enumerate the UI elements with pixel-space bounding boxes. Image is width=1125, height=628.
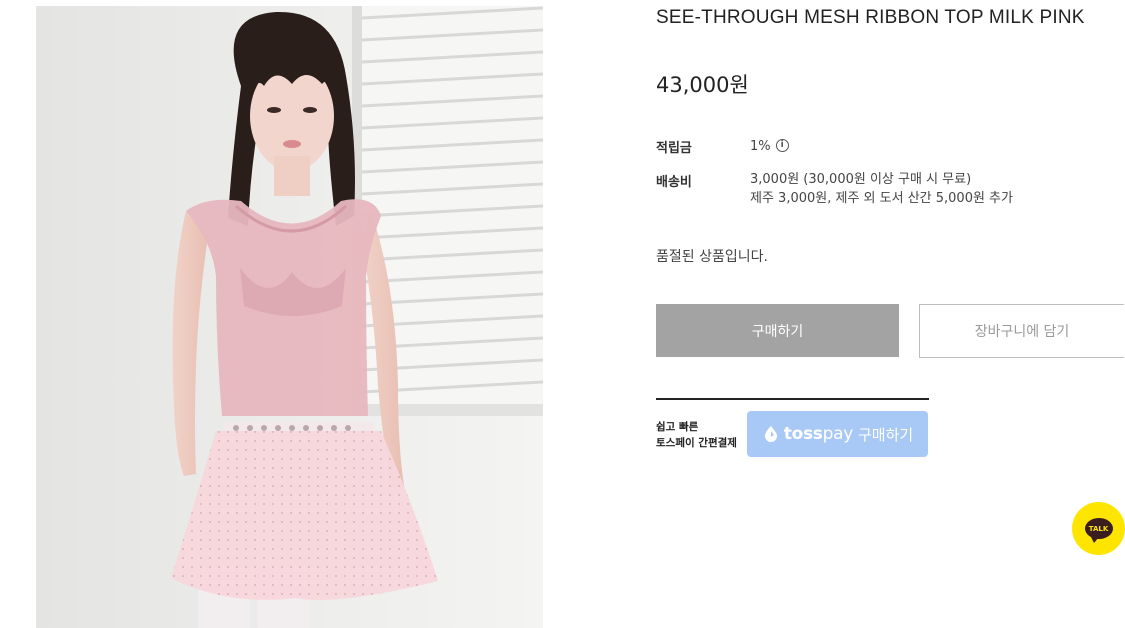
toss-pay-text: pay xyxy=(822,424,854,444)
toss-brand-text: toss xyxy=(783,424,823,444)
shipping-line-1: 3,000원 (30,000원 이상 구매 시 무료) xyxy=(750,172,972,187)
toss-logo-icon xyxy=(762,425,780,443)
toss-desc-line-1: 쉽고 빠른 xyxy=(656,421,699,433)
kakao-talk-label: TALK xyxy=(1088,524,1109,533)
toss-action-text: 구매하기 xyxy=(858,425,914,444)
product-photo xyxy=(36,6,543,628)
info-icon[interactable]: i xyxy=(775,139,789,152)
toss-desc-line-2: 토스페이 간편결제 xyxy=(656,437,737,449)
buy-button-label: 구매하기 xyxy=(751,323,804,340)
product-price: 43,000원 xyxy=(656,73,749,97)
shipping-label: 배송비 xyxy=(656,175,692,190)
buy-button[interactable]: 구매하기 xyxy=(656,304,899,357)
points-label: 적립금 xyxy=(656,141,692,156)
toss-pay-button[interactable]: toss pay 구매하기 xyxy=(747,411,928,457)
points-value-row: 1% i xyxy=(750,137,789,156)
product-title: SEE-THROUGH MESH RIBBON TOP MILK PINK xyxy=(656,7,1085,28)
points-value: 1% xyxy=(750,139,771,154)
add-to-cart-label: 장바구니에 담기 xyxy=(974,324,1070,340)
kakao-talk-button[interactable]: TALK xyxy=(1072,502,1125,555)
product-photo-illustration xyxy=(36,6,543,628)
shipping-line-2: 제주 3,000원, 제주 외 도서 산간 5,000원 추가 xyxy=(750,191,1013,206)
shipping-value: 3,000원 (30,000원 이상 구매 시 무료) 제주 3,000원, 제… xyxy=(750,170,1013,208)
product-detail-page: SEE-THROUGH MESH RIBBON TOP MILK PINK 43… xyxy=(0,0,1125,628)
add-to-cart-button[interactable]: 장바구니에 담기 xyxy=(919,304,1124,358)
kakao-talk-icon: TALK xyxy=(1084,518,1113,543)
toss-description: 쉽고 빠른 토스페이 간편결제 xyxy=(656,419,737,451)
section-divider xyxy=(656,398,929,400)
soldout-notice: 품절된 상품입니다. xyxy=(656,249,768,265)
